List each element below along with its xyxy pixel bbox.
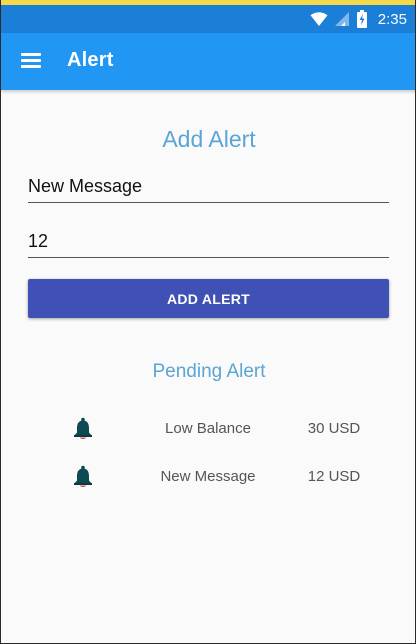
message-input[interactable] bbox=[28, 170, 389, 203]
status-bar: 2:35 bbox=[1, 5, 415, 33]
alert-name: Low Balance bbox=[165, 420, 251, 437]
app-screen: 2:35 Alert Add Alert ADD ALERT Pending A… bbox=[0, 0, 416, 644]
alert-amount: 30 USD bbox=[307, 420, 361, 437]
alert-amount: 12 USD bbox=[307, 468, 361, 485]
alert-row: New Message 12 USD bbox=[1, 458, 415, 494]
status-time: 2:35 bbox=[377, 10, 407, 28]
add-alert-heading: Add Alert bbox=[162, 126, 256, 152]
battery-icon bbox=[356, 10, 367, 28]
alert-name: New Message bbox=[160, 468, 256, 485]
app-bar: Alert bbox=[1, 33, 415, 90]
amount-input[interactable] bbox=[28, 225, 389, 258]
cell-signal-icon bbox=[334, 12, 349, 26]
app-title: Alert bbox=[67, 49, 114, 71]
hamburger-menu-icon[interactable] bbox=[17, 47, 47, 77]
add-alert-button[interactable]: ADD ALERT bbox=[28, 279, 389, 318]
bell-icon bbox=[74, 465, 92, 487]
wifi-icon bbox=[310, 12, 328, 26]
bell-icon bbox=[74, 417, 92, 439]
pending-alert-heading: Pending Alert bbox=[152, 361, 266, 382]
alert-row: Low Balance 30 USD bbox=[1, 410, 415, 446]
